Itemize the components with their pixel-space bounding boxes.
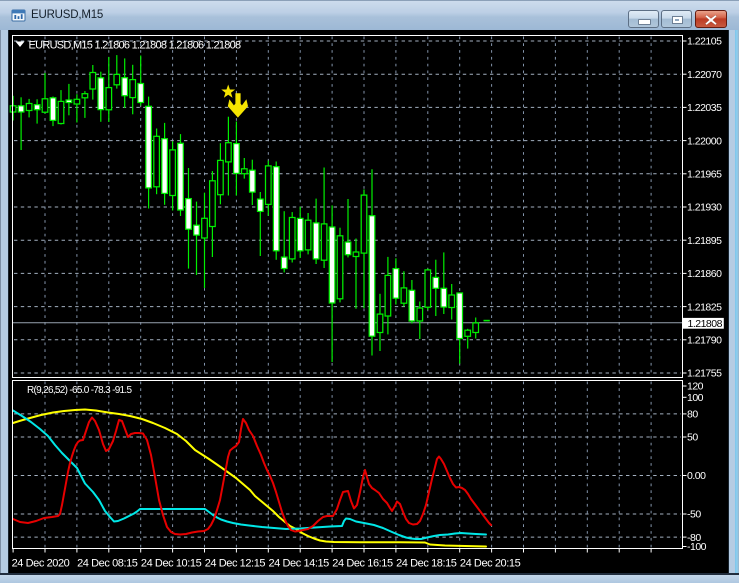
svg-text:80: 80 bbox=[687, 409, 698, 421]
svg-text:24 Dec 16:15: 24 Dec 16:15 bbox=[332, 557, 393, 569]
svg-text:120: 120 bbox=[687, 381, 704, 393]
svg-text:24 Dec 2020: 24 Dec 2020 bbox=[12, 557, 70, 569]
svg-text:EURUSD,M15 1.21806 1.21808 1.: EURUSD,M15 1.21806 1.21808 1.21806 1.218… bbox=[29, 39, 242, 51]
svg-text:24 Dec 18:15: 24 Dec 18:15 bbox=[396, 557, 457, 569]
svg-text:1.21965: 1.21965 bbox=[687, 169, 722, 181]
svg-text:1.21895: 1.21895 bbox=[687, 235, 722, 247]
svg-text:1.21930: 1.21930 bbox=[687, 202, 722, 214]
svg-text:24 Dec 14:15: 24 Dec 14:15 bbox=[268, 557, 329, 569]
svg-text:1.22000: 1.22000 bbox=[687, 135, 722, 147]
svg-text:24 Dec 12:15: 24 Dec 12:15 bbox=[205, 557, 266, 569]
svg-text:1.22105: 1.22105 bbox=[687, 36, 722, 48]
svg-text:50: 50 bbox=[687, 432, 698, 444]
svg-text:1.21755: 1.21755 bbox=[687, 368, 722, 380]
svg-text:24 Dec 20:15: 24 Dec 20:15 bbox=[460, 557, 521, 569]
svg-text:1.21790: 1.21790 bbox=[687, 335, 722, 347]
svg-text:100: 100 bbox=[687, 392, 704, 404]
svg-text:24 Dec 10:15: 24 Dec 10:15 bbox=[141, 557, 202, 569]
svg-text:-50: -50 bbox=[687, 509, 701, 521]
svg-text:1.22070: 1.22070 bbox=[687, 69, 722, 81]
svg-text:1.22035: 1.22035 bbox=[687, 102, 722, 114]
svg-text:0.00: 0.00 bbox=[687, 470, 706, 482]
svg-text:1.21808: 1.21808 bbox=[688, 318, 723, 330]
svg-text:R(9,26,52) -65.0 -78.3 -91.5: R(9,26,52) -65.0 -78.3 -91.5 bbox=[27, 385, 132, 396]
svg-text:1.21825: 1.21825 bbox=[687, 301, 722, 313]
svg-text:24 Dec 08:15: 24 Dec 08:15 bbox=[77, 557, 138, 569]
svg-text:-100: -100 bbox=[687, 541, 707, 553]
svg-text:1.21860: 1.21860 bbox=[687, 268, 722, 280]
